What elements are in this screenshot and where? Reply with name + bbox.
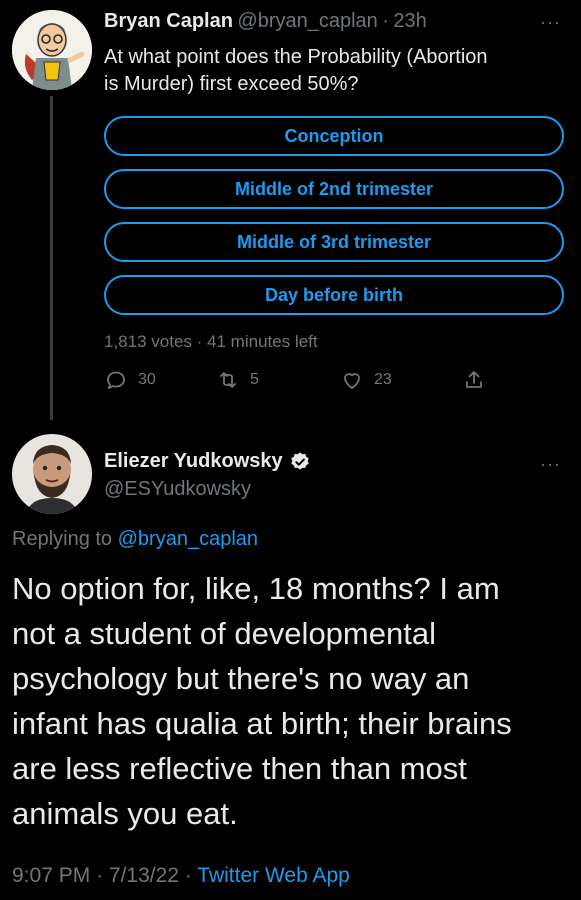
tweet2-text: No option for, like, 18 months? I am not… xyxy=(12,566,568,836)
replying-prefix: Replying to xyxy=(12,528,113,550)
separator: · xyxy=(382,10,389,32)
retweet-count: 5 xyxy=(250,371,259,388)
thread-line xyxy=(50,96,53,420)
reply-icon xyxy=(107,371,125,389)
author-name[interactable]: Eliezer Yudkowsky xyxy=(104,450,283,473)
tweet2-text-line: psychology but there's no way an xyxy=(12,661,470,696)
tweet2-text-line: No option for, like, 18 months? I am xyxy=(12,571,500,606)
poll-votes: 1,813 votes xyxy=(104,332,192,351)
tweet2-text-line: infant has qualia at birth; their brains xyxy=(12,706,512,741)
share-icon xyxy=(466,371,482,388)
separator: · xyxy=(184,864,192,887)
separator: · xyxy=(96,864,104,887)
tweet-source[interactable]: Twitter Web App xyxy=(197,864,350,887)
tweet-time[interactable]: 9:07 PM xyxy=(12,864,90,887)
tweet2-text-line: not a student of developmental xyxy=(12,616,436,651)
author-handle[interactable]: @ESYudkowsky xyxy=(104,478,251,501)
like-count: 23 xyxy=(374,371,392,388)
author-handle[interactable]: @bryan_caplan xyxy=(237,10,377,32)
poll-meta: 1,813 votes · 41 minutes left xyxy=(104,332,318,352)
tweet1-text-line: At what point does the Probability (Abor… xyxy=(104,46,488,68)
like-button[interactable]: 23 xyxy=(340,368,392,392)
retweet-button[interactable]: 5 xyxy=(216,368,259,392)
like-icon xyxy=(344,373,360,389)
tweet2-text-line: are less reflective then than most xyxy=(12,751,467,786)
tweet1-header: Bryan Caplan @bryan_caplan · 23h xyxy=(104,10,427,33)
tweet2-meta: 9:07 PM · 7/13/22 · Twitter Web App xyxy=(12,864,350,888)
avatar-eliezer-yudkowsky[interactable] xyxy=(12,434,92,514)
poll-time-left: 41 minutes left xyxy=(207,332,318,351)
tweet2-header: Eliezer Yudkowsky xyxy=(104,450,311,473)
poll-option-3rd-trimester[interactable]: Middle of 3rd trimester xyxy=(104,222,564,262)
replying-to: Replying to @bryan_caplan xyxy=(12,528,258,551)
poll-option-conception[interactable]: Conception xyxy=(104,116,564,156)
tweet-date[interactable]: 7/13/22 xyxy=(109,864,179,887)
poll-option-day-before-birth[interactable]: Day before birth xyxy=(104,275,564,315)
more-options-icon[interactable]: ··· xyxy=(540,12,561,33)
reply-count: 30 xyxy=(138,371,156,388)
replying-to-link[interactable]: @bryan_caplan xyxy=(118,528,258,550)
more-options-icon[interactable]: ··· xyxy=(540,454,561,475)
retweet-icon xyxy=(220,372,236,388)
reply-button[interactable]: 30 xyxy=(104,368,156,392)
poll-option-2nd-trimester[interactable]: Middle of 2nd trimester xyxy=(104,169,564,209)
tweet1-text: At what point does the Probability (Abor… xyxy=(104,44,564,98)
tweet2-text-line: animals you eat. xyxy=(12,796,238,831)
share-button[interactable] xyxy=(462,368,486,392)
separator: · xyxy=(196,332,203,351)
author-name[interactable]: Bryan Caplan xyxy=(104,10,233,32)
tweet-time[interactable]: 23h xyxy=(393,10,426,32)
avatar-bryan-caplan[interactable] xyxy=(12,10,92,90)
tweet1-text-line: is Murder) first exceed 50%? xyxy=(104,73,359,95)
verified-badge-icon xyxy=(290,451,309,470)
